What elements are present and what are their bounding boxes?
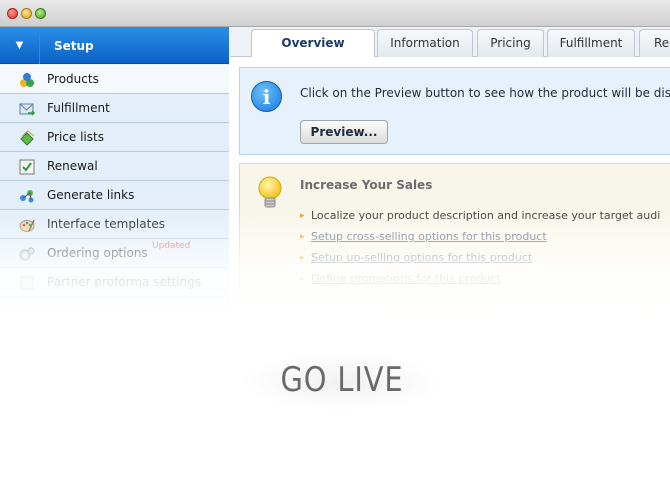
info-text: Click on the Preview button to see how t… (300, 86, 670, 100)
products-icon (20, 73, 34, 87)
sidebar-item-label: Generate links (47, 188, 135, 202)
sidebar: ▼ Setup Products Fulfillment Price lists… (0, 27, 229, 500)
fulfillment-icon (19, 103, 35, 116)
sidebar-item-generate-links[interactable]: Generate links (0, 181, 229, 210)
tab-fulfillment[interactable]: Fulfillment (547, 29, 635, 57)
setup-label: Setup (54, 39, 94, 53)
tab-renewal[interactable]: Re (639, 29, 670, 57)
sidebar-item-partner-proforma-settings[interactable]: Partner proforma settings (0, 268, 229, 297)
preview-button[interactable]: Preview... (300, 120, 388, 144)
close-window-button[interactable] (7, 8, 18, 19)
ordering-options-icon (19, 247, 35, 261)
sidebar-item-label: Products (47, 72, 99, 86)
info-message: i Click on the Preview button to see how… (239, 67, 670, 155)
setup-header[interactable]: ▼ Setup (0, 27, 229, 64)
sidebar-item-price-lists[interactable]: Price lists (0, 123, 229, 152)
minimize-window-button[interactable] (21, 8, 32, 19)
sales-tips-list: Localize your product description and in… (300, 208, 670, 292)
sidebar-item-renewal[interactable]: Renewal (0, 152, 229, 181)
go-live-banner: GO LIVE (240, 352, 444, 412)
tab-pricing[interactable]: Pricing (477, 29, 544, 57)
sidebar-item-label: Partner proforma settings (47, 275, 202, 289)
sidebar-item-label: Interface templates (47, 217, 165, 231)
generate-links-icon (20, 190, 34, 203)
product-tabs: Overview Information Pricing Fulfillment… (230, 27, 670, 59)
caret-down-icon[interactable]: ▼ (0, 27, 40, 64)
tab-information[interactable]: Information (377, 29, 473, 57)
cross-selling-link[interactable]: Setup cross-selling options for this pro… (300, 229, 670, 250)
zoom-window-button[interactable] (35, 8, 46, 19)
updated-badge: Updated (152, 241, 191, 251)
go-live-text: GO LIVE (280, 360, 404, 400)
app-window: ▼ Setup Products Fulfillment Price lists… (0, 0, 670, 500)
info-icon: i (251, 81, 282, 112)
promotions-link[interactable]: Define promotions for this product (300, 271, 670, 292)
sidebar-item-products[interactable]: Products (0, 65, 229, 94)
sidebar-item-label: Price lists (47, 130, 104, 144)
sales-title: Increase Your Sales (300, 178, 433, 192)
increase-sales-panel: Increase Your Sales Localize your produc… (239, 163, 670, 323)
lightbulb-icon (258, 176, 282, 208)
overview-panel: i Click on the Preview button to see how… (230, 57, 670, 500)
sidebar-item-ordering-options[interactable]: Ordering options Updated (0, 239, 229, 268)
interface-templates-icon (19, 219, 35, 232)
sidebar-item-label: Renewal (47, 159, 98, 173)
title-bar (0, 0, 670, 27)
up-selling-link[interactable]: Setup up-selling options for this produc… (300, 250, 670, 271)
partner-proforma-icon (20, 276, 34, 290)
sidebar-item-label: Fulfillment (47, 101, 110, 115)
renewal-icon (19, 159, 35, 175)
sidebar-item-interface-templates[interactable]: Interface templates (0, 210, 229, 239)
sidebar-item-label: Ordering options (47, 246, 148, 260)
sales-tip-localize: Localize your product description and in… (300, 208, 670, 229)
sidebar-item-fulfillment[interactable]: Fulfillment (0, 94, 229, 123)
tab-overview[interactable]: Overview (251, 29, 375, 59)
price-lists-icon (20, 130, 35, 146)
sidebar-nav: Products Fulfillment Price lists Renewal (0, 65, 229, 297)
